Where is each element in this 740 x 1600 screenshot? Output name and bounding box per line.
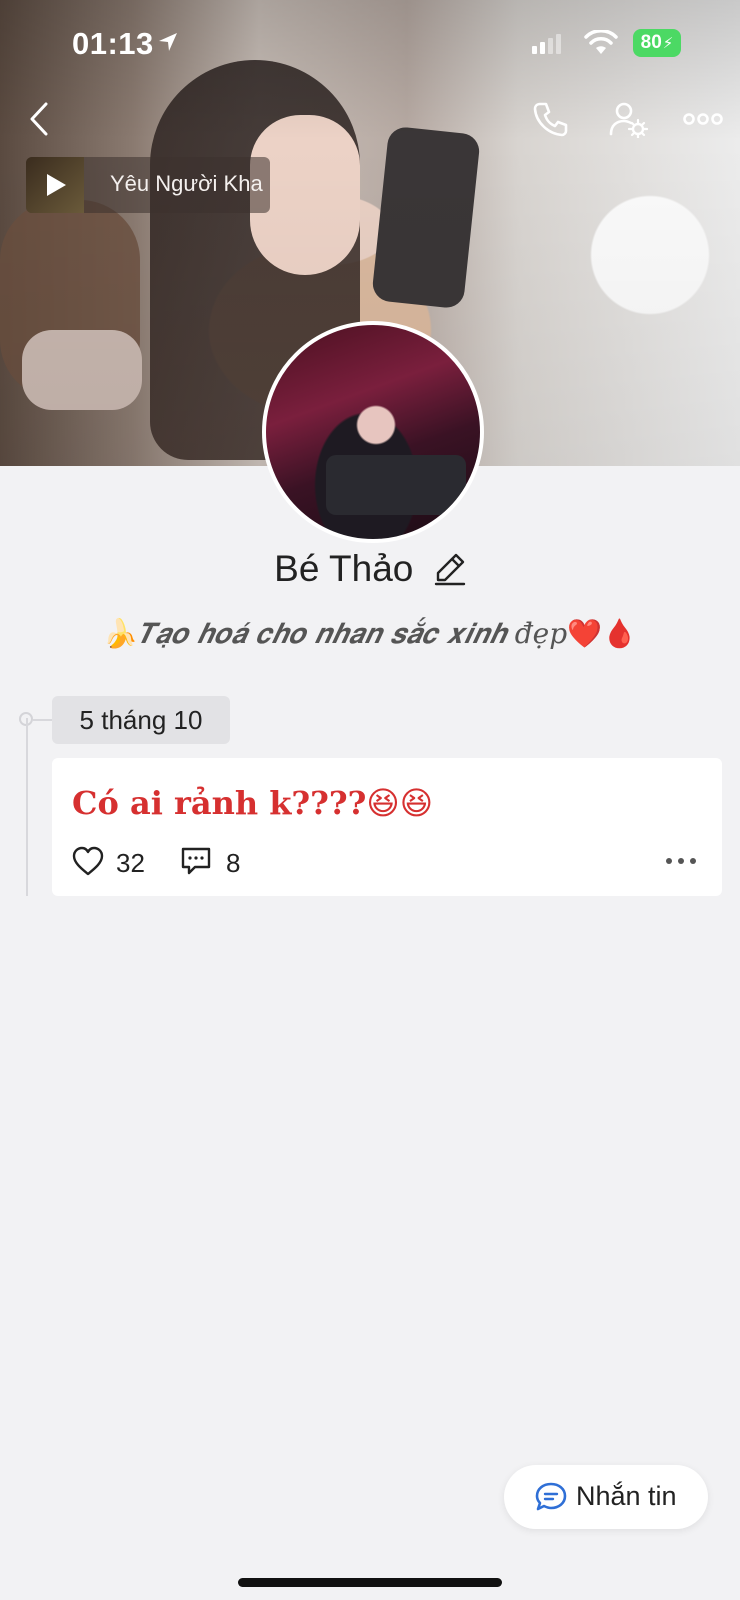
signal-icon xyxy=(532,34,561,54)
charging-bolt-icon: ⚡ xyxy=(662,35,674,52)
avatar[interactable] xyxy=(262,321,484,543)
bio-emoji-start: 🍌 xyxy=(103,617,138,650)
message-button-label: Nhắn tin xyxy=(576,1481,677,1511)
comment-icon[interactable] xyxy=(180,846,212,876)
home-indicator xyxy=(238,1578,502,1587)
status-time: 01:13 xyxy=(72,26,154,61)
post-text[interactable]: Có ai rảnh k????😆😆 xyxy=(72,784,433,822)
avatar-dj-deck xyxy=(326,455,466,515)
status-bar: 01:13 80 ⚡ xyxy=(0,20,740,64)
profile-name-row: Bé Thảo xyxy=(0,548,740,600)
post-text-content: Có ai rảnh k???? xyxy=(72,784,367,822)
profile-music[interactable]: Yêu Người Kha xyxy=(26,157,270,213)
battery-level: 80 xyxy=(640,32,662,53)
edit-pencil-icon[interactable] xyxy=(434,552,466,586)
profile-name: Bé Thảo xyxy=(274,548,414,589)
profile-bio: 🍌𝑻𝒂̣𝒐 𝒉𝒐𝒂́ 𝒄𝒉𝒐 𝒏𝒉𝒂𝒏 𝒔𝒂̆́𝒄 𝒙𝒊𝒏𝒉 đẹp❤️🩸 xyxy=(0,617,740,651)
bio-emoji-end: ❤️🩸 xyxy=(567,617,637,650)
battery-indicator: 80 ⚡ xyxy=(633,29,681,57)
location-arrow-icon xyxy=(159,33,177,51)
timeline-date: 5 tháng 10 xyxy=(52,696,230,744)
user-settings-icon[interactable] xyxy=(608,100,648,138)
chevron-left-icon[interactable] xyxy=(24,100,54,138)
play-icon[interactable] xyxy=(44,172,68,198)
timeline-line xyxy=(26,718,28,896)
phone-icon[interactable] xyxy=(532,100,568,138)
bio-text: 𝑻𝒂̣𝒐 𝒉𝒐𝒂́ 𝒄𝒉𝒐 𝒏𝒉𝒂𝒏 𝒔𝒂̆́𝒄 𝒙𝒊𝒏𝒉 đẹp xyxy=(137,617,568,650)
more-horizontal-icon[interactable] xyxy=(682,105,724,133)
message-button[interactable]: Nhắn tin xyxy=(504,1465,708,1529)
timeline-connector xyxy=(33,719,53,721)
heart-icon[interactable] xyxy=(72,846,104,876)
chat-bubble-icon xyxy=(535,1482,567,1511)
comment-count: 8 xyxy=(226,848,241,878)
post-card[interactable]: Có ai rảnh k????😆😆 32 8 xyxy=(52,758,722,896)
post-more-icon[interactable] xyxy=(664,854,698,868)
music-title: Yêu Người Kha xyxy=(110,171,263,196)
wifi-icon xyxy=(584,30,618,54)
post-emojis: 😆😆 xyxy=(366,784,434,822)
like-count: 32 xyxy=(116,848,145,878)
